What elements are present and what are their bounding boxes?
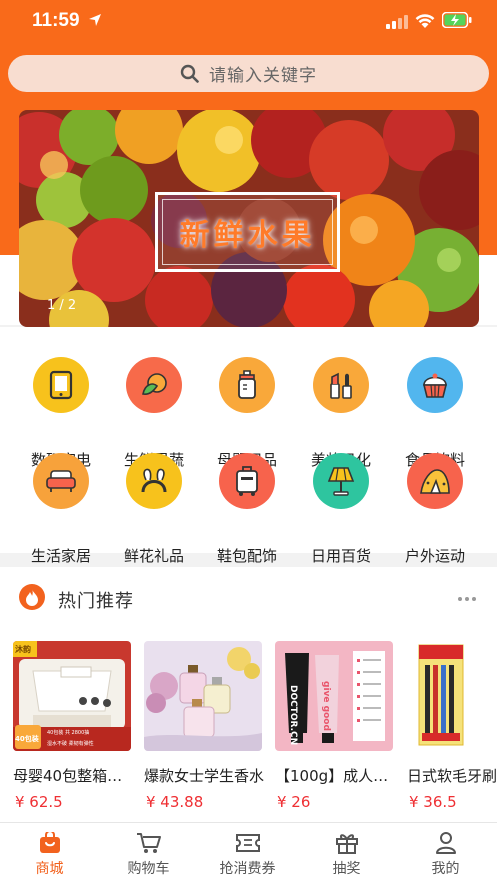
category-label: 生活家居 (30, 547, 91, 565)
banner-caption: 新鲜水果 (179, 218, 316, 253)
hot-recommend-section: 热门推荐 沐韵 40包装 40包装 共 2800抽 湿水不破 柔韧有弹性 母婴4… (0, 567, 497, 822)
tab-coupons[interactable]: 抢消费券 (198, 823, 297, 883)
sofa-icon (33, 453, 89, 509)
search-icon (180, 64, 199, 83)
tab-label: 抽奖 (332, 861, 361, 877)
product-price: ¥ 43.88 (146, 793, 204, 811)
cellular-signal-icon (386, 14, 408, 33)
tent-icon (407, 453, 463, 509)
product-title: 爆款女士学生香水 (144, 767, 265, 785)
banner-caption-frame: 新鲜水果 (155, 192, 340, 272)
tab-cart[interactable]: 购物车 (99, 823, 198, 883)
tab-label: 抢消费券 (219, 861, 276, 877)
luggage-icon (219, 453, 275, 509)
battery-charging-icon (441, 11, 472, 32)
product-image-brand: 沐韵 (15, 645, 31, 654)
category-label: 鲜花礼品 (123, 547, 184, 565)
product-image-label: give good (321, 681, 331, 731)
product-title: 【100g】成人牙膏 (275, 767, 399, 785)
category-grid: 数码家电 生鲜果蔬 母婴用品 美妆日化 食品饮料 生活家居 鲜花礼品 (0, 327, 497, 565)
coupon-icon (235, 831, 261, 855)
product-price: ¥ 36.5 (409, 793, 457, 811)
banner-pager: 1 / 2 (47, 298, 77, 313)
category-label: 鞋包配饰 (216, 547, 277, 565)
product-image (407, 641, 497, 751)
category-daily[interactable]: 日用百货 (294, 453, 388, 565)
category-digital[interactable]: 数码家电 (14, 357, 108, 469)
wifi-icon (414, 12, 436, 33)
cosmetics-icon (313, 357, 369, 413)
user-icon (433, 831, 459, 855)
product-card[interactable]: 日式软毛牙刷 ¥ 36.5 (407, 641, 497, 821)
tab-label: 商城 (35, 861, 64, 877)
product-image-badge: 40包装 (15, 735, 39, 743)
product-title: 母婴40包整箱批发 (13, 767, 137, 785)
product-image: 沐韵 40包装 40包装 共 2800抽 湿水不破 柔韧有弹性 (13, 641, 131, 751)
category-outdoor[interactable]: 户外运动 (388, 453, 482, 565)
search-bar[interactable]: 请输入关键字 (8, 55, 489, 92)
category-cosmetics[interactable]: 美妆日化 (294, 357, 388, 469)
category-baby[interactable]: 母婴用品 (200, 357, 294, 469)
product-image-caption: 40包装 共 2800抽 (47, 730, 90, 736)
gift-icon (334, 831, 360, 855)
category-home[interactable]: 生活家居 (14, 453, 108, 565)
promo-banner[interactable]: 新鲜水果 1 / 2 (19, 110, 479, 327)
tab-lottery[interactable]: 抽奖 (297, 823, 396, 883)
cupcake-icon (407, 357, 463, 413)
bottom-tab-bar: 商城 购物车 抢消费券 抽奖 我的 (0, 822, 497, 883)
baby-bottle-icon (219, 357, 275, 413)
tab-label: 我的 (431, 861, 460, 877)
tab-mine[interactable]: 我的 (396, 823, 495, 883)
cart-icon (136, 831, 162, 855)
more-icon[interactable] (458, 597, 476, 601)
product-image: DOCTOR.CN give good (275, 641, 393, 751)
category-label: 户外运动 (404, 547, 465, 565)
product-title: 日式软毛牙刷 (407, 767, 497, 785)
flame-icon (19, 584, 45, 610)
fruit-icon (126, 357, 182, 413)
section-title: 热门推荐 (58, 591, 134, 612)
tablet-icon (33, 357, 89, 413)
product-image-caption: 湿水不破 柔韧有弹性 (47, 741, 94, 747)
status-bar: 11:59 (0, 0, 497, 44)
status-time: 11:59 (32, 10, 80, 31)
headband-icon (126, 453, 182, 509)
category-gifts[interactable]: 鲜花礼品 (107, 453, 201, 565)
product-image-label: DOCTOR.CN (288, 685, 298, 746)
location-arrow-icon (88, 12, 102, 31)
category-label: 日用百货 (310, 547, 371, 565)
category-food[interactable]: 食品饮料 (388, 357, 482, 469)
search-placeholder: 请输入关键字 (209, 66, 317, 86)
category-bags[interactable]: 鞋包配饰 (200, 453, 294, 565)
product-image (144, 641, 262, 751)
tab-shop[interactable]: 商城 (0, 823, 99, 883)
shop-icon (37, 831, 63, 855)
tab-label: 购物车 (127, 861, 170, 877)
product-price: ¥ 62.5 (15, 793, 63, 811)
lamp-icon (313, 453, 369, 509)
product-price: ¥ 26 (277, 793, 311, 811)
category-fresh[interactable]: 生鲜果蔬 (107, 357, 201, 469)
